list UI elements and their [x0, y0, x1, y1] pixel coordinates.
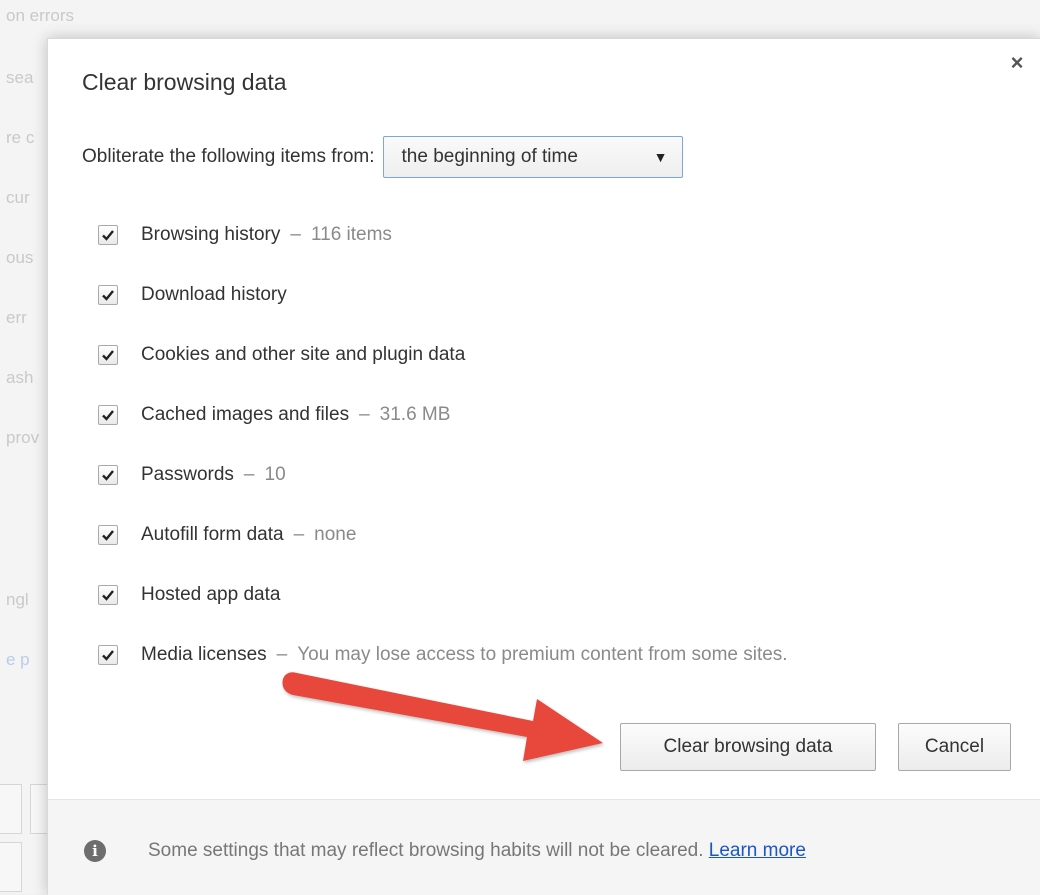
checkbox-download-history[interactable] — [98, 285, 118, 305]
data-type-list: Browsing history – 116 items Download hi… — [98, 205, 788, 685]
item-cookies: Cookies and other site and plugin data — [98, 325, 788, 385]
dialog-title: Clear browsing data — [82, 69, 287, 95]
background-text: cur — [6, 188, 30, 207]
annotation-arrow-icon — [282, 672, 603, 761]
background-link: e p — [6, 650, 30, 669]
item-detail: none — [314, 524, 357, 545]
item-label: Download history — [141, 284, 287, 305]
background-text: sea — [6, 68, 34, 87]
close-icon[interactable]: × — [1007, 52, 1027, 74]
item-download-history: Download history — [98, 265, 788, 325]
item-passwords: Passwords – 10 — [98, 445, 788, 505]
item-autofill: Autofill form data – none — [98, 505, 788, 565]
checkmark-icon — [102, 530, 114, 541]
checkbox-cached-images[interactable] — [98, 405, 118, 425]
checkbox-media-licenses[interactable] — [98, 645, 118, 665]
item-label: Autofill form data — [141, 524, 284, 545]
checkmark-icon — [102, 590, 114, 601]
clear-browsing-data-button[interactable]: Clear browsing data — [620, 723, 876, 771]
dropdown-arrow-icon: ▼ — [653, 149, 668, 165]
checkmark-icon — [102, 470, 114, 481]
item-separator: – — [243, 464, 255, 485]
item-separator: – — [290, 224, 301, 245]
background-control — [0, 842, 22, 892]
item-detail: 116 items — [310, 224, 392, 245]
checkbox-browsing-history[interactable] — [98, 225, 118, 245]
item-detail: 10 — [264, 464, 286, 485]
checkmark-icon — [102, 230, 114, 241]
checkbox-autofill[interactable] — [98, 525, 118, 545]
item-detail: 31.6 MB — [379, 404, 451, 425]
item-hosted-app-data: Hosted app data — [98, 565, 788, 625]
checkbox-passwords[interactable] — [98, 465, 118, 485]
item-separator: – — [359, 404, 370, 425]
checkmark-icon — [102, 350, 114, 361]
item-label: Browsing history — [141, 224, 281, 245]
item-label: Hosted app data — [141, 584, 281, 605]
learn-more-link[interactable]: Learn more — [709, 840, 806, 861]
background-text: prov — [6, 428, 40, 447]
footer-note: Some settings that may reflect browsing … — [148, 840, 806, 862]
item-label: Cookies and other site and plugin data — [141, 344, 466, 365]
background-control — [0, 784, 22, 834]
checkmark-icon — [102, 650, 114, 661]
info-icon: i — [84, 840, 106, 862]
item-label: Passwords — [141, 464, 234, 485]
time-range-label: Obliterate the following items from: — [82, 146, 375, 167]
checkmark-icon — [102, 410, 114, 421]
background-text: ngl — [6, 590, 29, 609]
item-browsing-history: Browsing history – 116 items — [98, 205, 788, 265]
dialog-footer: i Some settings that may reflect browsin… — [48, 799, 1040, 895]
time-range-selected: the beginning of time — [401, 146, 578, 167]
checkbox-cookies[interactable] — [98, 345, 118, 365]
background-text: on errors — [6, 6, 75, 25]
item-separator: – — [276, 644, 288, 665]
time-range-row: Obliterate the following items from: the… — [82, 135, 683, 179]
item-detail: You may lose access to premium content f… — [297, 644, 788, 665]
checkbox-hosted-app-data[interactable] — [98, 585, 118, 605]
time-range-select[interactable]: the beginning of time ▼ — [382, 136, 683, 178]
footer-note-text: Some settings that may reflect browsing … — [148, 840, 704, 861]
background-text: ous — [6, 248, 34, 267]
item-cached-images: Cached images and files – 31.6 MB — [98, 385, 788, 445]
item-separator: – — [293, 524, 305, 545]
checkmark-icon — [102, 290, 114, 301]
item-label: Cached images and files — [141, 404, 350, 425]
item-label: Media licenses — [141, 644, 267, 665]
background-text: re c — [6, 128, 35, 147]
background-text: ash — [6, 368, 34, 387]
background-text: err — [6, 308, 27, 327]
cancel-button[interactable]: Cancel — [898, 723, 1011, 771]
